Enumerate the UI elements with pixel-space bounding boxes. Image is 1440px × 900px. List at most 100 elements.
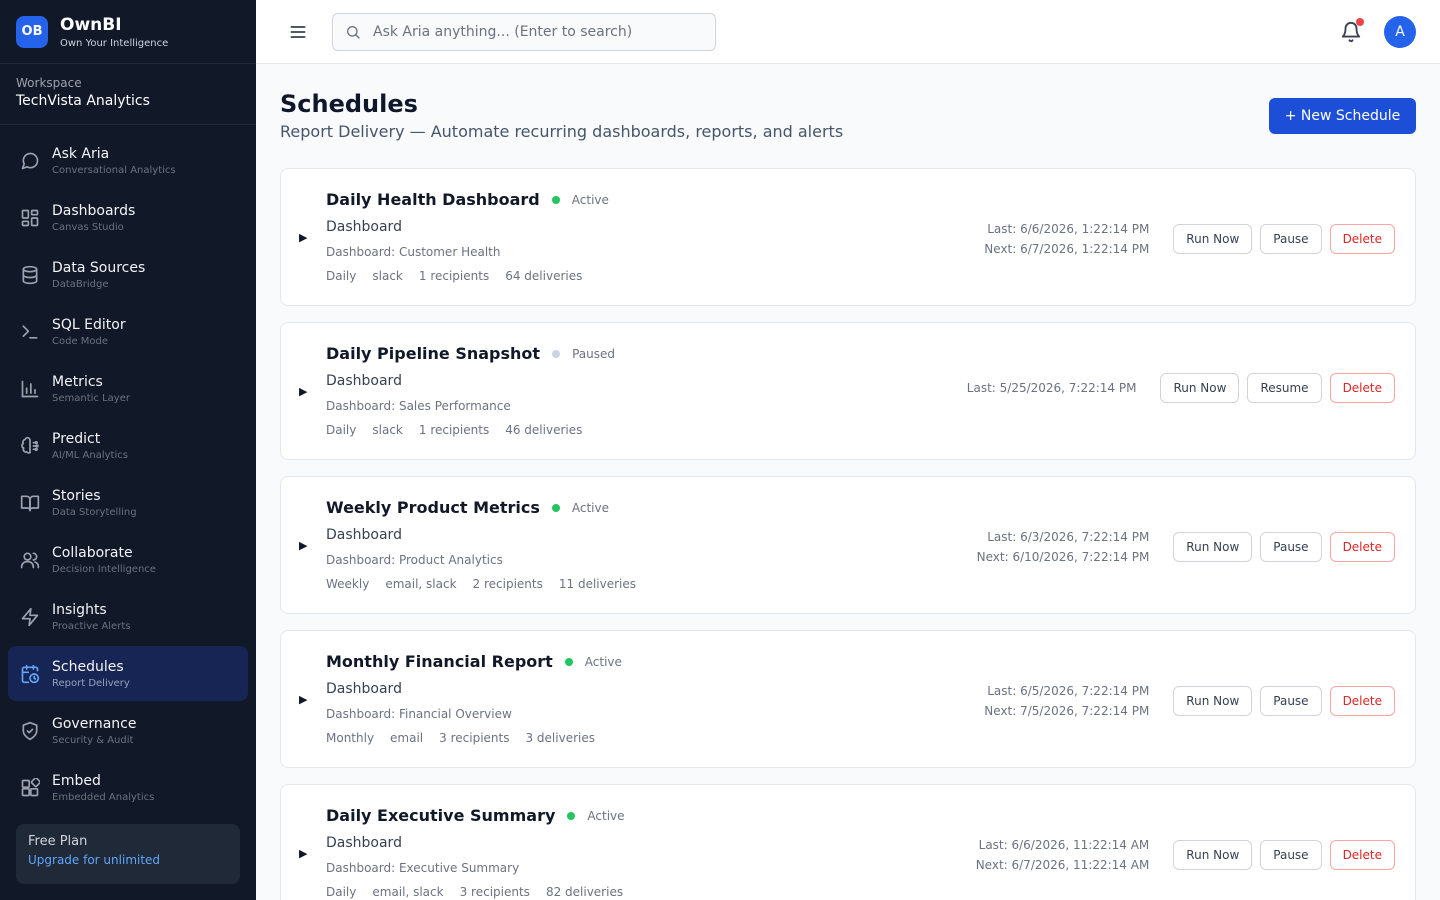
chat-bubble-icon [21,152,39,169]
page-title: Schedules [280,90,418,118]
search-box [332,13,716,51]
sidebar-item-sublabel: Semantic Layer [52,392,130,404]
schedule-target: Dashboard: Customer Health [326,245,501,259]
schedule-name: Daily Pipeline Snapshot [326,344,541,363]
sidebar-item-data-sources[interactable]: Data Sources DataBridge [8,247,248,302]
sidebar-item-sublabel: Decision Intelligence [52,563,156,575]
page-subtitle: Report Delivery — Automate recurring das… [280,122,844,141]
schedule-target: Dashboard: Sales Performance [326,399,511,413]
sidebar-item-label: Schedules [52,658,124,675]
schedule-deliveries: 46 deliveries [505,423,583,437]
sidebar-item-metrics[interactable]: Metrics Semantic Layer [8,361,248,416]
status-dot [552,349,561,358]
schedule-frequency: Daily [326,423,357,437]
pause-button[interactable]: Pause [1260,686,1322,716]
sidebar-item-label: Data Sources [52,259,146,276]
sidebar-nav: Ask Aria Conversational Analytics Dashboar… [0,125,256,815]
sidebar-item-dashboards[interactable]: Dashboards Canvas Studio [8,190,248,245]
sidebar-item-predict[interactable]: Predict AI/ML Analytics [8,418,248,473]
schedule-name: Weekly Product Metrics [326,498,540,517]
status-badge: Active [587,808,625,823]
sidebar-item-label: Collaborate [52,544,133,561]
schedule-target: Dashboard: Executive Summary [326,861,520,875]
next-run-time: Next: 6/7/2026, 1:22:14 PM [984,242,1150,256]
next-run-time: Next: 7/5/2026, 7:22:14 PM [984,704,1150,718]
delete-button[interactable]: Delete [1329,373,1395,403]
delete-button[interactable]: Delete [1329,840,1395,870]
pause-button[interactable]: Pause [1260,532,1322,562]
upgrade-link[interactable]: Upgrade for unlimited [28,853,228,867]
schedule-recipients: 1 recipients [418,423,490,437]
book-icon [20,495,40,511]
schedule-frequency: Monthly [326,731,375,745]
status-badge: Active [584,654,622,669]
sidebar-item-sublabel: Conversational Analytics [52,164,176,176]
user-avatar[interactable]: A [1384,16,1416,48]
schedule-target: Dashboard: Financial Overview [326,707,512,721]
schedule-type: Dashboard [326,681,402,697]
sidebar-item-label: Governance [52,715,137,732]
schedule-type: Dashboard [326,527,402,543]
plan-name: Free Plan [28,834,88,849]
expand-caret-icon[interactable]: ▶ [299,231,307,244]
next-run-time: Next: 6/10/2026, 7:22:14 PM [976,550,1150,564]
new-schedule-button[interactable]: + New Schedule [1269,98,1416,134]
search-input[interactable] [373,24,693,40]
schedule-recipients: 2 recipients [472,577,543,591]
sidebar-item-ask-aria[interactable]: Ask Aria Conversational Analytics [8,133,248,188]
schedule-card: ▶ Monthly Financial Report Active Dashboard… [280,630,1416,768]
run-now-button[interactable]: Run Now [1173,840,1253,870]
sidebar-item-schedules[interactable]: Schedules Report Delivery [8,646,248,701]
expand-caret-icon[interactable]: ▶ [299,693,307,706]
workspace-switcher[interactable]: Workspace TechVista Analytics [0,64,256,125]
brand-tagline: Own Your Intelligence [60,37,169,49]
expand-caret-icon[interactable]: ▶ [299,847,307,860]
last-run-time: Last: 6/5/2026, 7:22:14 PM [987,684,1150,698]
schedule-target: Dashboard: Product Analytics [326,553,503,567]
schedule-meta: Daily slack 1 recipients 64 deliveries [326,269,598,283]
hamburger-menu-icon[interactable] [288,22,308,42]
sidebar-item-sublabel: Canvas Studio [52,221,124,233]
sidebar-item-collaborate[interactable]: Collaborate Decision Intelligence [8,532,248,587]
schedule-list: ▶ Daily Health Dashboard Active Dashboard Da… [280,168,1416,900]
schedule-deliveries: 11 deliveries [558,577,637,591]
sidebar-item-label: Predict [52,430,101,447]
delete-button[interactable]: Delete [1329,224,1395,254]
sidebar-item-sql-editor[interactable]: SQL Editor Code Mode [8,304,248,359]
status-badge: Active [571,500,609,515]
search-icon [347,26,360,39]
sidebar-item-embed[interactable]: Embed Embedded Analytics [8,760,248,815]
schedule-meta: Monthly email 3 recipients 3 deliveries [326,731,611,745]
schedule-type: Dashboard [326,219,402,235]
sidebar-item-label: Stories [52,487,101,504]
notification-badge [1356,18,1364,26]
schedule-meta: Daily email, slack 3 recipients 82 deliveri… [326,885,639,899]
run-now-button[interactable]: Run Now [1173,686,1253,716]
expand-caret-icon[interactable]: ▶ [299,539,307,552]
last-run-time: Last: 6/3/2026, 7:22:14 PM [987,530,1150,544]
schedule-meta: Weekly email, slack 2 recipients 11 deliver… [326,577,652,591]
sidebar: OB OwnBI Own Your Intelligence Workspace… [0,0,256,900]
run-now-button[interactable]: Run Now [1173,224,1253,254]
pause-button[interactable]: Pause [1260,840,1322,870]
sidebar-item-stories[interactable]: Stories Data Storytelling [8,475,248,530]
schedule-recipients: 3 recipients [439,731,510,745]
delete-button[interactable]: Delete [1329,686,1395,716]
expand-caret-icon[interactable]: ▶ [299,385,307,398]
resume-button[interactable]: Resume [1247,373,1322,403]
schedule-channels: email [390,731,424,745]
plan-card: Free Plan Upgrade for unlimited [16,824,240,884]
bar-chart-icon [21,380,39,397]
sidebar-item-insights[interactable]: Insights Proactive Alerts [8,589,248,644]
pause-button[interactable]: Pause [1260,224,1322,254]
run-now-button[interactable]: Run Now [1160,373,1240,403]
schedule-channels: email, slack [385,577,457,591]
sidebar-item-sublabel: Security & Audit [52,734,134,746]
delete-button[interactable]: Delete [1329,532,1395,562]
schedule-deliveries: 3 deliveries [525,731,595,745]
sidebar-item-governance[interactable]: Governance Security & Audit [8,703,248,758]
schedule-name: Daily Health Dashboard [326,190,540,209]
schedule-recipients: 3 recipients [459,885,530,899]
run-now-button[interactable]: Run Now [1173,532,1253,562]
schedule-frequency: Weekly [326,577,370,591]
